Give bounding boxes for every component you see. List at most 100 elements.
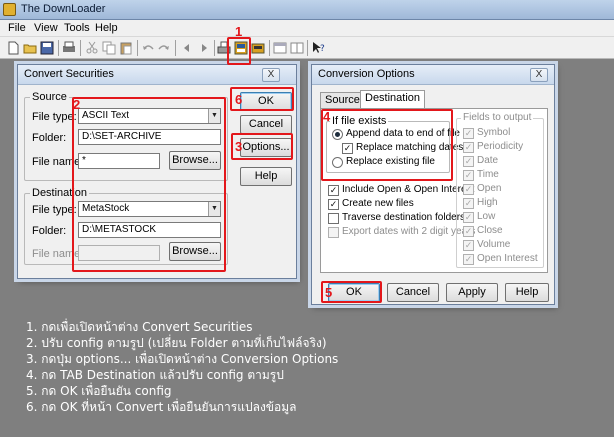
destination-file-name-label: File name: — [32, 248, 84, 260]
tab-source[interactable]: Source — [320, 92, 365, 108]
export-dates-checkbox — [328, 227, 339, 238]
if-file-exists-label: If file exists — [330, 115, 389, 127]
menu-tools[interactable]: Tools — [64, 22, 90, 34]
toolbar: ? — [0, 37, 614, 59]
convert-securities-dialog: Convert Securities X Source File type: A… — [17, 64, 297, 279]
include-open-interest-label: Include Open & Open Interest — [342, 184, 475, 195]
options-help-button[interactable]: Help — [505, 283, 549, 302]
field-label: Date — [477, 155, 499, 166]
replace-existing-radio[interactable] — [332, 157, 343, 168]
field-label: Volume — [477, 239, 511, 250]
destination-file-name-field — [78, 245, 160, 261]
traverse-folders-checkbox[interactable] — [328, 213, 339, 224]
destination-group-label: Destination — [30, 187, 90, 199]
source-file-type-select[interactable]: ASCII Text ▼ — [78, 108, 221, 124]
convert-securities-icon[interactable] — [234, 41, 248, 55]
close-icon[interactable]: X — [530, 68, 548, 82]
append-radio[interactable] — [332, 129, 343, 140]
field-checkbox: ✓ — [463, 198, 474, 209]
convert-ok-button[interactable]: OK — [240, 92, 292, 111]
replace-existing-label: Replace existing file — [346, 156, 435, 167]
convert-dialog-title: Convert Securities — [24, 68, 114, 80]
field-checkbox: ✓ — [463, 226, 474, 237]
convert-icon[interactable] — [251, 41, 265, 55]
source-browse-button[interactable]: Browse... — [169, 151, 221, 170]
source-folder-label: Folder: — [32, 132, 67, 144]
options-dialog-title-bar: Conversion Options X — [312, 65, 554, 85]
options-apply-button[interactable]: Apply — [446, 283, 498, 302]
append-label: Append data to end of file — [346, 128, 460, 139]
options-button[interactable]: Options... — [240, 138, 292, 157]
annotation-number-5: 5 — [325, 285, 333, 300]
destination-file-type-select[interactable]: MetaStock ▼ — [78, 201, 221, 217]
app-title-bar: The DownLoader — [0, 0, 614, 20]
print-icon[interactable] — [62, 41, 76, 55]
options-cancel-button[interactable]: Cancel — [387, 283, 439, 302]
options-dialog-title: Conversion Options — [318, 68, 415, 80]
include-open-interest-checkbox[interactable]: ✓ — [328, 185, 339, 196]
tab-destination[interactable]: Destination — [360, 90, 426, 108]
close-icon[interactable]: X — [262, 68, 280, 82]
undo-icon[interactable] — [141, 41, 155, 55]
menu-help[interactable]: Help — [95, 22, 118, 34]
svg-text:?: ? — [320, 44, 325, 54]
instruction-line: 6. กด OK ที่หน้า Convert เพื่อยืนยันการแ… — [26, 400, 297, 414]
chevron-down-icon[interactable]: ▼ — [208, 109, 220, 123]
open-folder-icon[interactable] — [23, 41, 37, 55]
traverse-folders-label: Traverse destination folders — [342, 212, 466, 223]
field-label: Close — [477, 225, 503, 236]
field-checkbox: ✓ — [463, 184, 474, 195]
fields-to-output-label: Fields to output — [461, 112, 534, 123]
conversion-options-dialog: Conversion Options X Source Destination … — [311, 64, 555, 305]
destination-folder-field[interactable]: D:\METASTOCK — [78, 222, 221, 238]
create-new-files-checkbox[interactable]: ✓ — [328, 199, 339, 210]
cut-icon[interactable] — [85, 41, 99, 55]
forward-icon[interactable] — [197, 41, 211, 55]
field-label: Periodicity — [477, 141, 524, 152]
copy-icon[interactable] — [102, 41, 116, 55]
chevron-down-icon[interactable]: ▼ — [208, 202, 220, 216]
app-title: The DownLoader — [21, 3, 106, 15]
annotation-number-3: 3 — [235, 139, 243, 154]
replace-matching-checkbox[interactable]: ✓ — [342, 143, 353, 154]
annotation-number-4: 4 — [323, 109, 331, 124]
window-icon[interactable] — [273, 41, 287, 55]
destination-browse-button[interactable]: Browse... — [169, 242, 221, 261]
source-file-name-label: File name: — [32, 156, 84, 168]
convert-dialog-title-bar: Convert Securities X — [18, 65, 296, 85]
field-label: Low — [477, 211, 496, 222]
convert-help-button[interactable]: Help — [240, 167, 292, 186]
download-icon[interactable] — [217, 41, 231, 55]
context-help-icon[interactable]: ? — [311, 41, 325, 55]
options-tabs: Source Destination — [320, 90, 550, 110]
options-ok-button[interactable]: OK — [328, 283, 380, 302]
save-icon[interactable] — [40, 41, 54, 55]
field-checkbox: ✓ — [463, 254, 474, 265]
source-file-name-field[interactable]: * — [78, 153, 160, 169]
annotation-number-6: 6 — [235, 92, 243, 107]
field-label: Time — [477, 169, 499, 180]
field-label: High — [477, 197, 498, 208]
paste-icon[interactable] — [119, 41, 133, 55]
replace-matching-label: Replace matching dates — [356, 142, 464, 153]
field-label: Symbol — [477, 127, 511, 138]
annotation-number-1: 1 — [235, 24, 243, 39]
source-folder-field[interactable]: D:\SET-ARCHIVE — [78, 129, 221, 145]
window-icon-2[interactable] — [290, 41, 304, 55]
annotation-number-2: 2 — [73, 97, 81, 112]
menu-bar: File View Tools Help — [0, 20, 614, 37]
menu-file[interactable]: File — [8, 22, 26, 34]
create-new-files-label: Create new files — [342, 198, 414, 209]
back-icon[interactable] — [180, 41, 194, 55]
field-checkbox: ✓ — [463, 128, 474, 139]
app-logo-icon — [3, 3, 16, 16]
new-file-icon[interactable] — [6, 41, 20, 55]
field-label: Open — [477, 183, 502, 194]
destination-file-type-value: MetaStock — [82, 203, 130, 214]
field-checkbox: ✓ — [463, 156, 474, 167]
menu-view[interactable]: View — [34, 22, 58, 34]
redo-icon[interactable] — [157, 41, 171, 55]
convert-cancel-button[interactable]: Cancel — [240, 115, 292, 134]
destination-folder-label: Folder: — [32, 225, 67, 237]
field-label: Open Interest — [477, 253, 538, 264]
